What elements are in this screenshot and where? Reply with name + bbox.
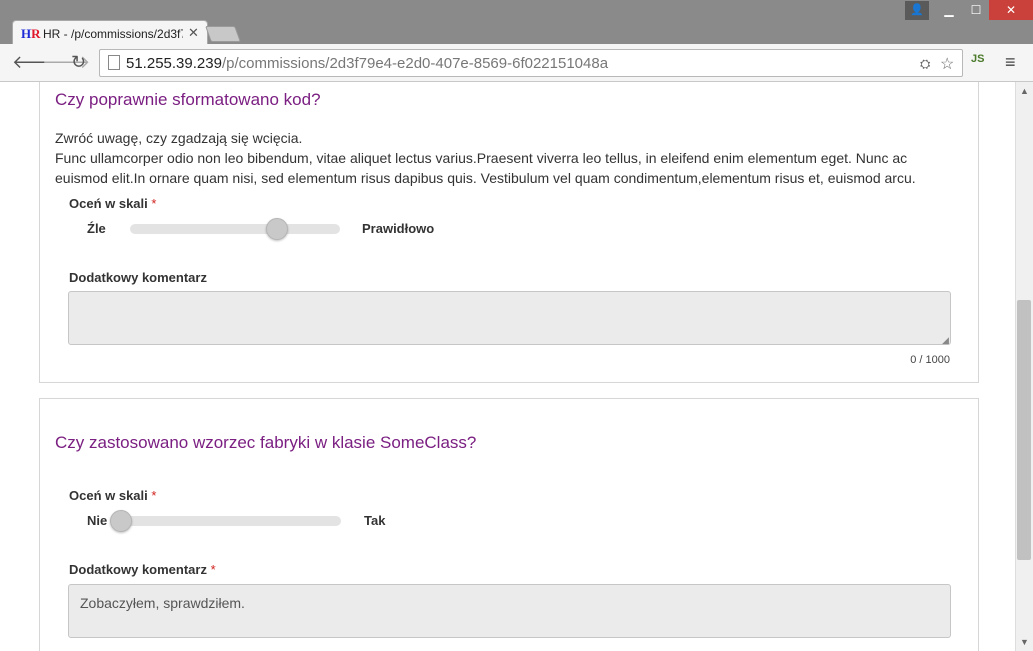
browser-toolbar: 🡐 🡒 ↻ 51.255.39.239/p/commissions/2d3f79… xyxy=(0,44,1033,82)
maximize-icon[interactable]: ☐ xyxy=(962,0,990,20)
scale-label: Oceń w skali * xyxy=(69,196,157,211)
scrollbar-thumb[interactable] xyxy=(1017,300,1031,560)
scale-label: Oceń w skali * xyxy=(69,488,157,503)
js-extension-icon[interactable]: JS xyxy=(971,53,984,65)
question-title: Czy zastosowano wzorzec fabryki w klasie… xyxy=(55,433,477,452)
translate-icon[interactable]: ⛭ xyxy=(920,56,930,72)
chrome-menu-icon[interactable]: ≡ xyxy=(1005,52,1016,73)
hr-favicon-icon: HR xyxy=(21,26,41,41)
close-window-icon[interactable]: ✕ xyxy=(989,0,1033,20)
comment-textarea[interactable] xyxy=(68,291,951,345)
vertical-scrollbar[interactable]: ▲ ▼ xyxy=(1015,82,1033,651)
page-icon xyxy=(108,55,120,70)
character-counter: 0 / 1000 xyxy=(910,354,950,366)
tab-title: HR - /p/commissions/2d3f79e4 xyxy=(43,27,183,41)
user-profile-icon[interactable]: 👤 xyxy=(905,1,929,20)
scale-max-label: Tak xyxy=(364,513,386,528)
comment-label: Dodatkowy komentarz xyxy=(69,270,207,285)
scale-min-label: Źle xyxy=(87,221,106,236)
url-text: 51.255.39.239/p/commissions/2d3f79e4-e2d… xyxy=(126,55,609,72)
new-tab-button[interactable] xyxy=(205,26,241,42)
bookmark-star-icon[interactable]: ☆ xyxy=(940,54,954,74)
question-card: Czy poprawnie sformatowano kod? Zwróć uw… xyxy=(39,82,979,383)
scroll-up-arrow-icon[interactable]: ▲ xyxy=(1020,86,1029,96)
question-title: Czy poprawnie sformatowano kod? xyxy=(55,90,321,109)
tab-close-icon[interactable]: ✕ xyxy=(188,25,199,41)
scroll-down-arrow-icon[interactable]: ▼ xyxy=(1020,637,1029,647)
rating-slider[interactable] xyxy=(120,516,341,526)
minimize-icon[interactable]: ▁ xyxy=(935,0,963,20)
rating-slider-thumb[interactable] xyxy=(265,218,288,240)
page-viewport: Czy poprawnie sformatowano kod? Zwróć uw… xyxy=(0,82,1015,651)
rating-slider-thumb[interactable] xyxy=(110,510,132,532)
scale-max-label: Prawidłowo xyxy=(362,221,435,236)
scale-min-label: Nie xyxy=(87,513,108,528)
question-description: Zwróć uwagę, czy zgadzają się wcięcia. F… xyxy=(55,130,916,186)
reload-icon[interactable]: ↻ xyxy=(71,52,86,73)
question-card: Czy zastosowano wzorzec fabryki w klasie… xyxy=(39,398,979,651)
browser-tab[interactable]: HR HR - /p/commissions/2d3f79e4 ✕ xyxy=(12,20,208,46)
rating-slider[interactable] xyxy=(130,224,340,234)
browser-titlebar: HR HR - /p/commissions/2d3f79e4 ✕ 👤 ▁ ☐ … xyxy=(0,0,1033,46)
comment-textarea[interactable]: Zobaczyłem, sprawdziłem. xyxy=(68,584,951,638)
address-bar[interactable]: 51.255.39.239/p/commissions/2d3f79e4-e2d… xyxy=(99,49,963,77)
comment-label: Dodatkowy komentarz * xyxy=(69,562,216,577)
